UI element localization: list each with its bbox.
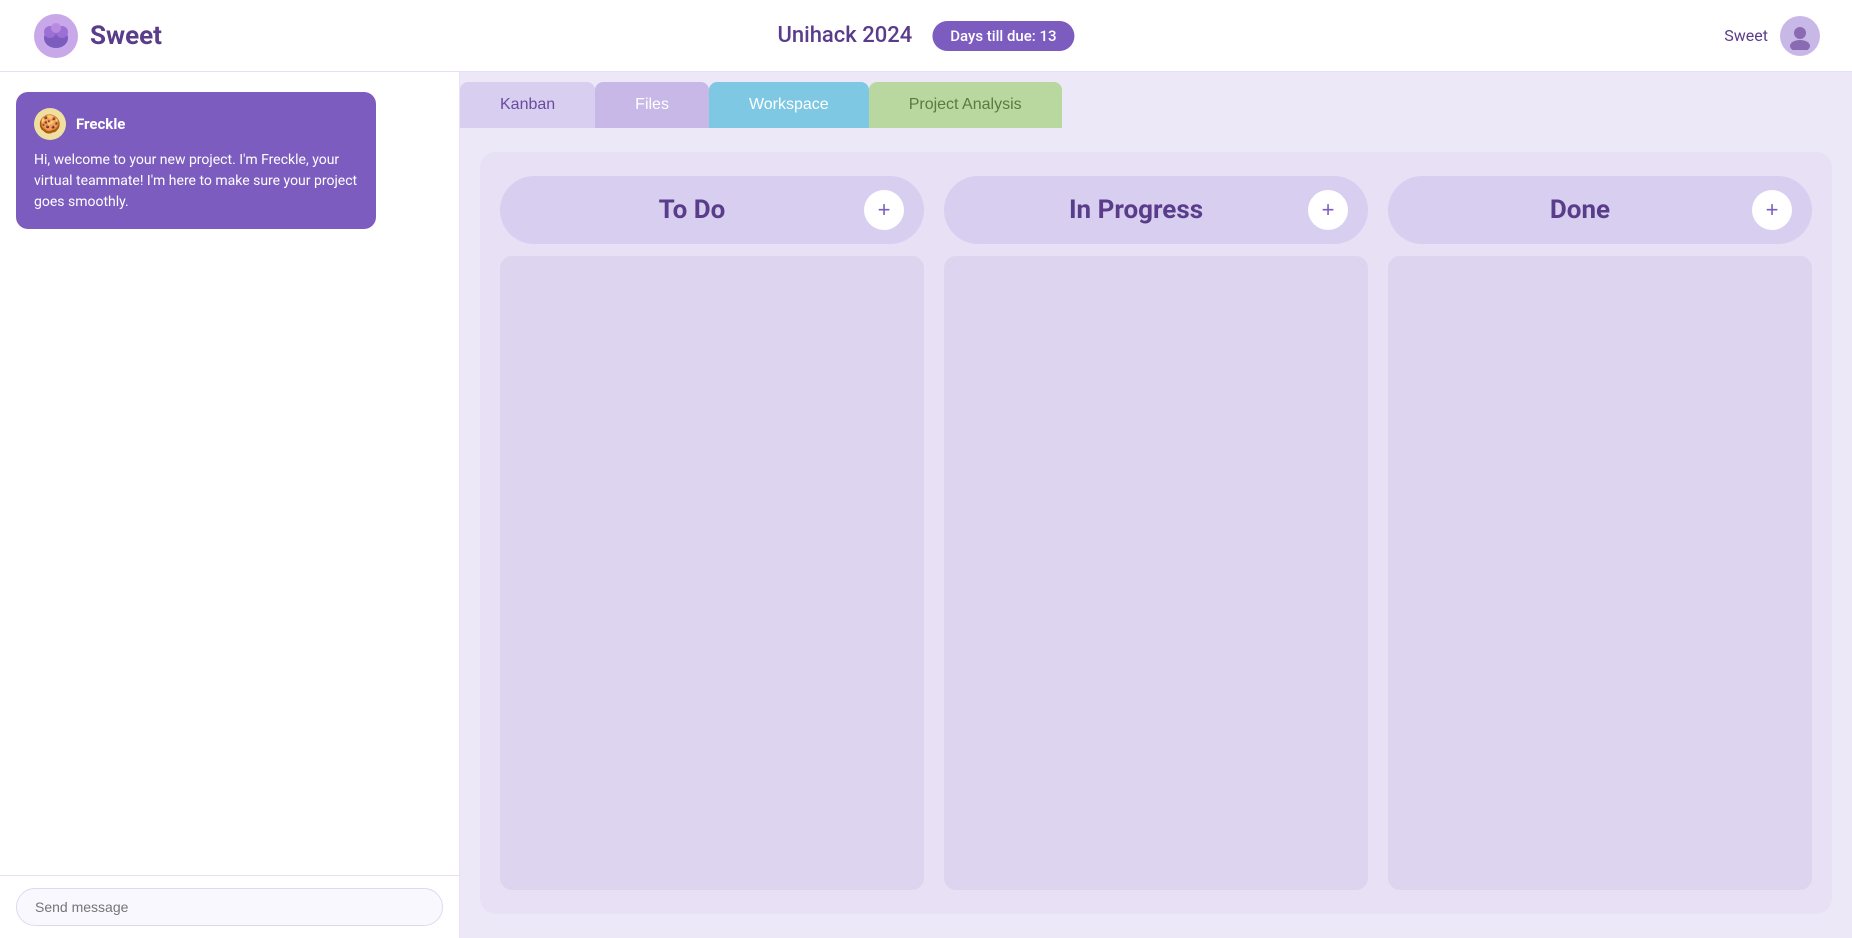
kanban-board: To Do + In Progress + Done: [480, 152, 1832, 914]
logo-text: Sweet: [90, 21, 162, 51]
column-in-progress: In Progress +: [944, 176, 1368, 890]
header-right: Sweet: [1724, 16, 1820, 56]
add-in-progress-button[interactable]: +: [1308, 190, 1348, 230]
freckle-avatar: 🍪: [34, 108, 66, 140]
add-todo-button[interactable]: +: [864, 190, 904, 230]
freckle-emoji: 🍪: [39, 114, 61, 135]
header-center: Unihack 2024 Days till due: 13: [777, 21, 1074, 51]
column-todo-body: [500, 256, 924, 890]
tab-project-analysis[interactable]: Project Analysis: [869, 82, 1062, 128]
chat-input-area: [0, 875, 459, 938]
tab-files[interactable]: Files: [595, 82, 709, 128]
chat-bubble: 🍪 Freckle Hi, welcome to your new projec…: [16, 92, 376, 229]
column-todo-title: To Do: [520, 195, 864, 225]
column-done-title: Done: [1408, 195, 1752, 225]
tab-kanban[interactable]: Kanban: [460, 82, 595, 128]
kanban-area: To Do + In Progress + Done: [460, 128, 1852, 938]
project-title: Unihack 2024: [777, 23, 912, 48]
days-badge: Days till due: 13: [932, 21, 1074, 51]
chat-bubble-header: 🍪 Freckle: [34, 108, 358, 140]
chat-input[interactable]: [16, 888, 443, 926]
sweet-logo-icon: [32, 12, 80, 60]
chat-message: Hi, welcome to your new project. I'm Fre…: [34, 150, 358, 213]
column-todo-header: To Do +: [500, 176, 924, 244]
column-in-progress-title: In Progress: [964, 195, 1308, 225]
column-done-header: Done +: [1388, 176, 1812, 244]
column-in-progress-header: In Progress +: [944, 176, 1368, 244]
header: Sweet Unihack 2024 Days till due: 13 Swe…: [0, 0, 1852, 72]
column-done: Done +: [1388, 176, 1812, 890]
freckle-name: Freckle: [76, 115, 125, 133]
add-done-button[interactable]: +: [1752, 190, 1792, 230]
main-layout: 🍪 Freckle Hi, welcome to your new projec…: [0, 72, 1852, 938]
content-area: Kanban Files Workspace Project Analysis …: [460, 72, 1852, 938]
chat-area: 🍪 Freckle Hi, welcome to your new projec…: [0, 72, 459, 875]
logo-area: Sweet: [32, 12, 162, 60]
avatar[interactable]: [1780, 16, 1820, 56]
tab-workspace[interactable]: Workspace: [709, 82, 869, 128]
user-name: Sweet: [1724, 26, 1768, 45]
column-done-body: [1388, 256, 1812, 890]
avatar-icon: [1786, 22, 1814, 50]
column-in-progress-body: [944, 256, 1368, 890]
tabs: Kanban Files Workspace Project Analysis: [460, 72, 1852, 128]
column-todo: To Do +: [500, 176, 924, 890]
chat-sidebar: 🍪 Freckle Hi, welcome to your new projec…: [0, 72, 460, 938]
